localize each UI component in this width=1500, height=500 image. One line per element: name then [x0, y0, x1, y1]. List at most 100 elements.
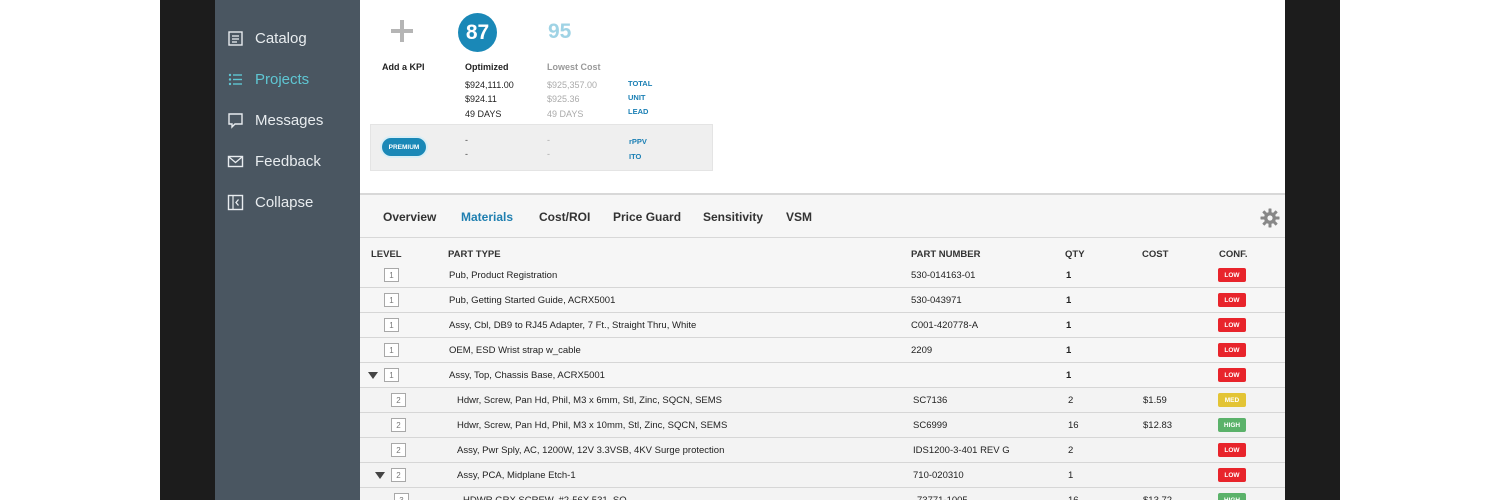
premium-lowest-rppv: -	[547, 135, 550, 145]
caret-down-icon[interactable]	[375, 472, 385, 479]
lowest-cost-column: Lowest Cost $925,357.00 $925.36 49 DAYS	[547, 60, 601, 121]
confidence-badge: LOW	[1218, 268, 1246, 282]
sidebar-item-label: Messages	[255, 111, 324, 129]
level-indicator: 2	[391, 443, 406, 457]
optimized-lead: 49 DAYS	[465, 108, 502, 119]
table-row[interactable]: 3 HDWR GRX SCREW, #2-56X.531, SQ 73771-100…	[360, 488, 1285, 500]
metric-label-total[interactable]: TOTAL	[628, 77, 652, 91]
part-number-cell: 73771-1005	[917, 495, 968, 500]
metric-label-lead[interactable]: LEAD	[628, 105, 652, 119]
sidebar-item-messages[interactable]: Messages	[227, 108, 323, 132]
table-row[interactable]: 1 OEM, ESD Wrist strap w_cable 2209 1 LOW	[360, 338, 1285, 363]
metric-label-rppv[interactable]: rPPV	[629, 134, 647, 149]
cost-cell: $13.72	[1143, 495, 1172, 500]
gear-icon[interactable]	[1260, 208, 1280, 228]
table-row[interactable]: 1 Pub, Product Registration 530-014163-01 1…	[360, 263, 1285, 288]
table-row[interactable]: 2 Hdwr, Screw, Pan Hd, Phil, M3 x 6mm, St…	[360, 388, 1285, 413]
col-part-number: PART NUMBER	[911, 249, 981, 260]
tab-materials[interactable]: Materials	[461, 210, 513, 224]
tab-sensitivity[interactable]: Sensitivity	[703, 210, 763, 224]
table-row[interactable]: 1 Assy, Top, Chassis Base, ACRX5001 1 LOW	[360, 363, 1285, 388]
confidence-badge: LOW	[1218, 343, 1246, 357]
level-indicator: 1	[384, 318, 399, 332]
level-indicator: 1	[384, 268, 399, 282]
sidebar-item-catalog[interactable]: Catalog	[227, 26, 307, 50]
table-row[interactable]: 2 Assy, PCA, Midplane Etch-1 710-020310 1 LO…	[360, 463, 1285, 488]
part-number-cell: SC7136	[913, 395, 948, 406]
metric-labels: TOTAL UNIT LEAD	[628, 77, 652, 119]
confidence-badge: LOW	[1218, 293, 1246, 307]
part-type-cell: Assy, PCA, Midplane Etch-1	[457, 470, 576, 481]
table-row[interactable]: 1 Pub, Getting Started Guide, ACRX5001 530…	[360, 288, 1285, 313]
metric-label-ito[interactable]: ITO	[629, 149, 647, 164]
qty-cell: 2	[1068, 445, 1074, 456]
part-type-cell: Assy, Top, Chassis Base, ACRX5001	[449, 370, 605, 381]
catalog-icon	[227, 30, 244, 47]
part-type-cell: Hdwr, Screw, Pan Hd, Phil, M3 x 6mm, Stl…	[457, 395, 723, 406]
sidebar-item-label: Feedback	[255, 152, 321, 170]
confidence-badge: LOW	[1218, 368, 1246, 382]
tab-vsm[interactable]: VSM	[786, 210, 812, 224]
part-type-cell: Pub, Product Registration	[449, 270, 558, 281]
add-kpi-button[interactable]	[391, 20, 413, 42]
tab-overview[interactable]: Overview	[383, 210, 436, 224]
part-type-cell: HDWR GRX SCREW, #2-56X.531, SQ	[463, 495, 627, 500]
confidence-badge: HIGH	[1218, 493, 1246, 500]
device-bezel-right	[1285, 0, 1340, 500]
confidence-badge: HIGH	[1218, 418, 1246, 432]
lowest-cost-unit: $925.36	[547, 94, 580, 104]
metric-label-unit[interactable]: UNIT	[628, 91, 652, 105]
optimized-unit: $924.11	[465, 94, 497, 104]
premium-panel: PREMIUM - - - - rPPV ITO	[370, 124, 713, 171]
sidebar: Catalog Projects Messages Feedback Colla…	[215, 0, 360, 500]
part-number-cell: 2209	[911, 345, 933, 356]
table-row[interactable]: 2 Hdwr, Screw, Pan Hd, Phil, M3 x 10mm, S…	[360, 413, 1285, 438]
optimized-label: Optimized	[465, 62, 509, 72]
optimized-score: 87	[458, 13, 497, 52]
main-content: Add a KPI 87 95 Optimized $924,111.00 $9…	[360, 0, 1285, 500]
tab-cost-roi[interactable]: Cost/ROI	[539, 210, 590, 224]
premium-optimized-values: - -	[465, 133, 468, 161]
premium-button[interactable]: PREMIUM	[380, 136, 428, 158]
list-icon	[227, 71, 244, 88]
sidebar-item-label: Projects	[255, 70, 310, 88]
sidebar-item-feedback[interactable]: Feedback	[227, 149, 321, 173]
col-level: LEVEL	[371, 249, 402, 260]
qty-cell: 1	[1066, 270, 1072, 281]
qty-cell: 1	[1066, 320, 1072, 331]
lowest-cost-score: 95	[548, 20, 572, 43]
part-number-cell: 710-020310	[913, 470, 964, 481]
part-type-cell: OEM, ESD Wrist strap w_cable	[449, 345, 581, 356]
lowest-cost-lead: 49 DAYS	[547, 108, 584, 119]
optimized-column: Optimized $924,111.00 $924.11 49 DAYS	[465, 60, 514, 121]
part-number-cell: 530-043971	[911, 295, 962, 306]
optimized-total: $924,111.00	[465, 79, 514, 90]
table-row[interactable]: 1 Assy, Cbl, DB9 to RJ45 Adapter, 7 Ft., …	[360, 313, 1285, 338]
part-number-cell: SC6999	[913, 420, 948, 431]
col-part-type: PART TYPE	[448, 249, 501, 260]
sidebar-item-projects[interactable]: Projects	[227, 67, 309, 91]
part-type-cell: Pub, Getting Started Guide, ACRX5001	[449, 295, 616, 306]
caret-down-icon[interactable]	[368, 372, 378, 379]
qty-cell: 1	[1066, 345, 1072, 356]
tab-price-guard[interactable]: Price Guard	[613, 210, 681, 224]
level-indicator: 2	[391, 418, 406, 432]
col-conf: CONF.	[1219, 249, 1248, 260]
part-type-cell: Assy, Cbl, DB9 to RJ45 Adapter, 7 Ft., S…	[449, 320, 697, 331]
level-indicator: 1	[384, 368, 399, 382]
sidebar-item-collapse[interactable]: Collapse	[227, 190, 313, 214]
device-bezel-left	[160, 0, 215, 500]
message-icon	[227, 112, 244, 129]
confidence-badge: LOW	[1218, 468, 1246, 482]
lowest-cost-label: Lowest Cost	[547, 62, 601, 72]
qty-cell: 16	[1068, 420, 1079, 431]
lowest-cost-total: $925,357.00	[547, 79, 598, 90]
col-cost: COST	[1142, 249, 1169, 260]
collapse-icon	[227, 194, 244, 211]
part-number-cell: IDS1200-3-401 REV G	[913, 445, 1010, 456]
table-row[interactable]: 2 Assy, Pwr Sply, AC, 1200W, 12V 3.3VSB, …	[360, 438, 1285, 463]
premium-lowest-values: - -	[547, 133, 550, 161]
confidence-badge: MED	[1218, 393, 1246, 407]
level-indicator: 1	[384, 293, 399, 307]
level-indicator: 2	[391, 393, 406, 407]
